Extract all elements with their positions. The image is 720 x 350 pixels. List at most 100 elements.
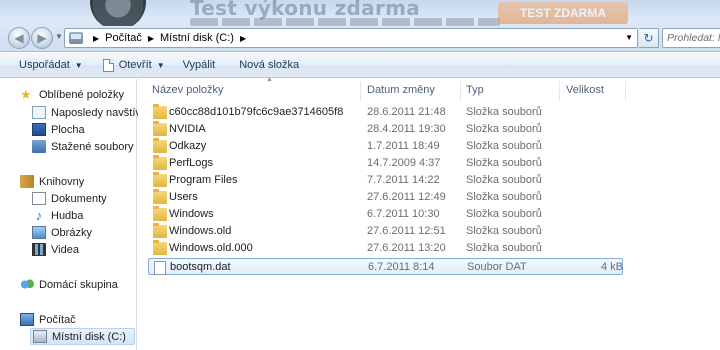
- banner-subtitle-blur: [190, 18, 500, 26]
- file-row[interactable]: Users 27.6.2011 12:49 Složka souborů: [148, 189, 625, 206]
- forward-button[interactable]: ▶: [31, 27, 53, 49]
- file-date: 6.7.2011 8:14: [368, 261, 435, 273]
- homegroup-icon: [20, 278, 34, 291]
- drive-icon: [69, 32, 83, 44]
- sidebar-item-libraries[interactable]: Knihovny: [20, 173, 84, 190]
- file-type: Složka souborů: [466, 140, 542, 152]
- file-name: NVIDIA: [169, 123, 206, 135]
- new-folder-label: Nová složka: [239, 59, 300, 71]
- sidebar-item-label: Oblíbené položky: [39, 88, 124, 101]
- sort-ascending-icon: ▲: [266, 76, 273, 83]
- document-icon: [102, 58, 114, 72]
- sidebar-item-label: Plocha: [51, 123, 85, 136]
- window-titlebar: Test výkonu zdarma TEST ZDARMA ◀ ▶ ▼ ▶ P…: [0, 0, 720, 52]
- forward-arrow-icon: ▶: [37, 31, 47, 45]
- sidebar-item-homegroup[interactable]: Domácí skupina: [20, 276, 118, 293]
- sidebar-item-documents[interactable]: Dokumenty: [32, 190, 107, 207]
- file-name: Windows.old: [169, 225, 232, 237]
- breadcrumb-separator-icon[interactable]: ▶: [93, 34, 99, 43]
- file-icon: [154, 261, 166, 275]
- sidebar-item-label: Stažené soubory: [51, 140, 134, 153]
- sidebar-item-local-disk[interactable]: Místní disk (C:): [30, 328, 135, 345]
- file-row[interactable]: PerfLogs 14.7.2009 4:37 Složka souborů: [148, 155, 625, 172]
- file-size: [566, 104, 622, 121]
- refresh-button[interactable]: ↻: [639, 28, 659, 48]
- navigation-pane: ★ Oblíbené položky Naposledy navštívené …: [0, 79, 159, 350]
- sidebar-item-downloads[interactable]: Stažené soubory: [32, 138, 134, 155]
- file-date: 6.7.2011 10:30: [367, 208, 440, 220]
- breadcrumb-local-disk[interactable]: Místní disk (C:): [160, 32, 234, 44]
- back-button[interactable]: ◀: [8, 27, 30, 49]
- file-name: Windows: [169, 208, 214, 220]
- column-divider[interactable]: [360, 81, 361, 101]
- sidebar-item-label: Knihovny: [39, 175, 85, 188]
- chevron-down-icon: ▼: [156, 60, 165, 70]
- back-arrow-icon: ◀: [14, 31, 24, 45]
- sidebar-item-videos[interactable]: Videa: [32, 241, 79, 258]
- file-size: [566, 172, 622, 189]
- sidebar-item-label: Obrázky: [51, 226, 92, 239]
- sidebar-item-pictures[interactable]: Obrázky: [32, 224, 92, 241]
- background-advert-banner: Test výkonu zdarma TEST ZDARMA: [90, 0, 720, 26]
- command-toolbar: Uspořádat ▼ Otevřít ▼ Vypálit Nová složk…: [0, 53, 720, 78]
- file-type: Složka souborů: [466, 174, 542, 186]
- file-row[interactable]: Odkazy 1.7.2011 18:49 Složka souborů: [148, 138, 625, 155]
- column-header-size[interactable]: Velikost: [566, 79, 626, 101]
- address-history-dropdown-icon[interactable]: ▼: [625, 33, 633, 42]
- new-folder-button[interactable]: Nová složka: [223, 53, 307, 77]
- file-type: Složka souborů: [466, 242, 542, 254]
- file-size: [566, 206, 622, 223]
- file-size: [566, 223, 622, 240]
- file-date: 27.6.2011 12:49: [367, 191, 446, 203]
- file-type: Složka souborů: [466, 157, 542, 169]
- file-name: c60cc88d101b79fc6c9ae3714605f8: [169, 106, 344, 118]
- recent-pages-dropdown[interactable]: ▼: [55, 32, 63, 41]
- file-date: 27.6.2011 13:20: [367, 242, 446, 254]
- sidebar-item-favorites[interactable]: ★ Oblíbené položky: [20, 86, 124, 103]
- organize-button[interactable]: Uspořádat ▼: [0, 53, 95, 77]
- file-row-selected[interactable]: bootsqm.dat 6.7.2011 8:14 Soubor DAT 4 k…: [148, 258, 623, 275]
- file-name: Odkazy: [169, 140, 207, 152]
- file-date: 27.6.2011 12:51: [367, 225, 446, 237]
- file-row[interactable]: Windows 6.7.2011 10:30 Složka souborů: [148, 206, 625, 223]
- file-type: Složka souborů: [466, 225, 542, 237]
- burn-button[interactable]: Vypálit: [173, 53, 224, 77]
- banner-title: Test výkonu zdarma: [190, 0, 421, 20]
- open-button[interactable]: Otevřít ▼: [95, 53, 173, 77]
- gauge-icon: [90, 0, 146, 26]
- file-date: 1.7.2011 18:49: [367, 140, 440, 152]
- folder-icon: [153, 206, 167, 221]
- computer-icon: [20, 313, 34, 326]
- file-row[interactable]: c60cc88d101b79fc6c9ae3714605f8 28.6.2011…: [148, 104, 625, 121]
- column-header-name[interactable]: Název položky ▲: [152, 76, 357, 101]
- file-row[interactable]: Windows.old 27.6.2011 12:51 Složka soubo…: [148, 223, 625, 240]
- sidebar-item-desktop[interactable]: Plocha: [32, 121, 85, 138]
- column-divider[interactable]: [460, 81, 461, 101]
- sidebar-item-label: Místní disk (C:): [52, 330, 126, 343]
- breadcrumb-separator-icon[interactable]: ▶: [148, 34, 154, 43]
- file-size: [566, 189, 622, 206]
- column-header-label: Datum změny: [367, 84, 435, 96]
- column-divider[interactable]: [625, 81, 626, 101]
- sidebar-item-music[interactable]: ♪ Hudba: [32, 207, 84, 224]
- breadcrumb-separator-icon[interactable]: ▶: [240, 34, 246, 43]
- open-label: Otevřít: [118, 59, 152, 71]
- banner-button: TEST ZDARMA: [498, 2, 628, 24]
- recent-places-icon: [32, 106, 46, 119]
- folder-icon: [153, 240, 167, 255]
- downloads-icon: [32, 140, 46, 153]
- file-row[interactable]: NVIDIA 28.4.2011 19:30 Složka souborů: [148, 121, 625, 138]
- column-divider[interactable]: [559, 81, 560, 101]
- file-row[interactable]: Program Files 7.7.2011 14:22 Složka soub…: [148, 172, 625, 189]
- column-header-date[interactable]: Datum změny: [367, 79, 462, 101]
- sidebar-item-label: Hudba: [51, 209, 84, 222]
- column-header-label: Název položky: [152, 84, 224, 96]
- search-input[interactable]: Prohledat: Místní disk (C:): [662, 28, 720, 48]
- file-name: bootsqm.dat: [170, 261, 231, 273]
- desktop-icon: [32, 123, 46, 136]
- breadcrumb-computer[interactable]: Počítač: [105, 32, 142, 44]
- column-header-type[interactable]: Typ: [466, 79, 561, 101]
- address-bar[interactable]: ▶ Počítač ▶ Místní disk (C:) ▶ ▼: [64, 28, 638, 48]
- sidebar-item-computer[interactable]: Počítač: [20, 311, 76, 328]
- file-row[interactable]: Windows.old.000 27.6.2011 13:20 Složka s…: [148, 240, 625, 257]
